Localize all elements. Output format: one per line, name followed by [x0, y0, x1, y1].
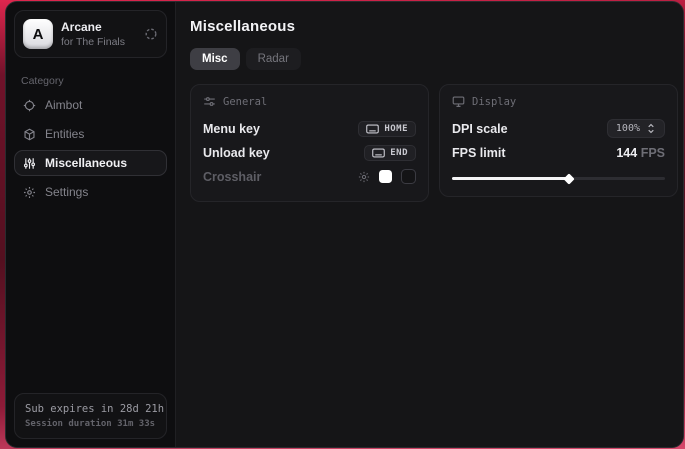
sidebar-item-label: Settings: [45, 185, 88, 199]
fps-limit-row: FPS limit 144 FPS: [452, 141, 665, 164]
menu-key-row: Menu key HOME: [203, 117, 416, 140]
sidebar-item-label: Aimbot: [45, 98, 82, 112]
main-content: Miscellaneous Misc Radar: [176, 2, 684, 447]
unload-key-row: Unload key END: [203, 141, 416, 164]
sidebar-spacer: [6, 205, 175, 385]
brand-subtitle: for The Finals: [61, 36, 125, 48]
brand-card: A Arcane for The Finals: [14, 10, 167, 58]
sliders-icon: [23, 157, 36, 170]
desktop-background: A Arcane for The Finals Category: [0, 0, 685, 449]
crosshair-row: Crosshair: [203, 165, 416, 188]
general-card-header: General: [203, 95, 416, 108]
app-logo: A: [23, 19, 53, 49]
app-window: A Arcane for The Finals Category: [5, 1, 684, 448]
tab-radar[interactable]: Radar: [246, 48, 301, 70]
sidebar-item-settings[interactable]: Settings: [14, 179, 167, 205]
slider-thumb[interactable]: [563, 173, 574, 184]
cube-icon: [23, 128, 36, 141]
unload-key-bind-button[interactable]: END: [364, 145, 416, 161]
dashed-circle-icon[interactable]: [144, 27, 158, 41]
slider-fill: [452, 177, 569, 180]
sidebar-item-miscellaneous[interactable]: Miscellaneous: [14, 150, 167, 176]
crosshair-controls: [358, 169, 416, 184]
general-card: General Menu key HOME: [190, 84, 429, 202]
chevron-up-down-icon: [646, 123, 656, 134]
card-row: General Menu key HOME: [190, 84, 678, 202]
sidebar-item-label: Entities: [45, 127, 84, 141]
fps-limit-label: FPS limit: [452, 146, 505, 160]
menu-key-bind-button[interactable]: HOME: [358, 121, 416, 137]
dpi-scale-select[interactable]: 100%: [607, 119, 665, 138]
monitor-icon: [452, 95, 465, 108]
sub-expiry-text: Sub expires in 28d 21h: [25, 403, 156, 415]
brand-text: Arcane for The Finals: [61, 20, 125, 48]
dpi-scale-row: DPI scale 100%: [452, 117, 665, 140]
menu-key-value: HOME: [384, 124, 408, 134]
sliders-horizontal-icon: [203, 95, 216, 108]
sidebar: A Arcane for The Finals Category: [6, 2, 176, 447]
subscription-status-card: Sub expires in 28d 21h Session duration …: [14, 393, 167, 439]
fps-limit-value: 144 FPS: [616, 146, 665, 160]
category-label: Category: [21, 75, 160, 87]
general-card-title: General: [223, 96, 267, 108]
fps-unit: FPS: [641, 146, 665, 160]
tab-bar: Misc Radar: [190, 48, 678, 70]
dpi-scale-label: DPI scale: [452, 122, 508, 136]
sidebar-nav: Aimbot Entities: [6, 92, 175, 205]
page-title: Miscellaneous: [190, 18, 678, 35]
sidebar-item-aimbot[interactable]: Aimbot: [14, 92, 167, 118]
crosshair-settings-gear-icon[interactable]: [358, 171, 370, 183]
gear-icon: [23, 186, 36, 199]
fps-limit-slider[interactable]: [452, 173, 665, 183]
display-card: Display DPI scale 100%: [439, 84, 678, 197]
tab-misc[interactable]: Misc: [190, 48, 240, 70]
display-card-title: Display: [472, 96, 516, 108]
session-duration-text: Session duration 31m 33s: [25, 419, 156, 429]
crosshair-label: Crosshair: [203, 170, 261, 184]
keyboard-icon: [372, 148, 385, 158]
menu-key-label: Menu key: [203, 122, 260, 136]
keyboard-icon: [366, 124, 379, 134]
sidebar-item-label: Miscellaneous: [45, 156, 127, 170]
crosshair-icon: [23, 99, 36, 112]
dpi-scale-value: 100%: [616, 123, 640, 134]
crosshair-checkbox[interactable]: [401, 169, 416, 184]
sidebar-item-entities[interactable]: Entities: [14, 121, 167, 147]
unload-key-value: END: [390, 148, 408, 158]
crosshair-color-swatch[interactable]: [379, 170, 392, 183]
display-card-header: Display: [452, 95, 665, 108]
brand-title: Arcane: [61, 20, 125, 34]
unload-key-label: Unload key: [203, 146, 270, 160]
